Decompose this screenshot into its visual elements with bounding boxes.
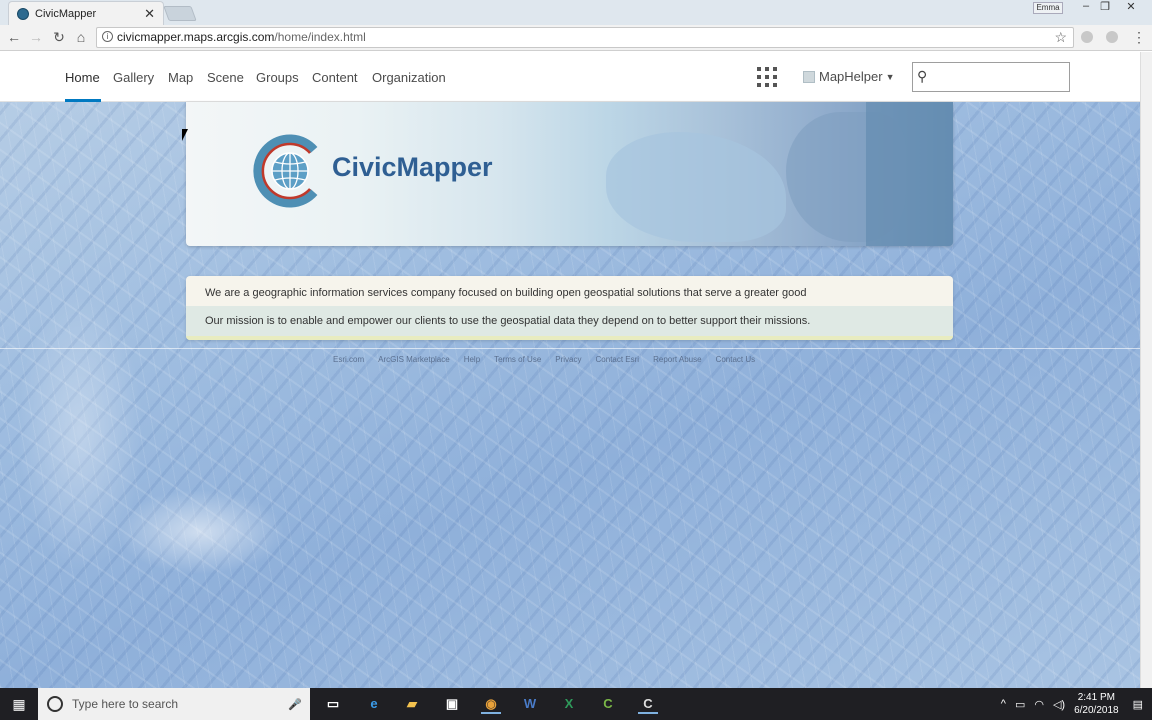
address-toolbar: ← → ↻ ⌂ i civicmapper.maps.arcgis.com/ho… (0, 25, 1152, 51)
org-description-card: We are a geographic information services… (186, 276, 953, 340)
cortana-icon (47, 696, 63, 712)
site-info-icon[interactable]: i (102, 31, 113, 42)
store-icon[interactable]: ▣ (442, 694, 462, 714)
app-launcher-icon[interactable] (757, 67, 777, 87)
bookmark-star-icon[interactable]: ☆ (1054, 28, 1067, 47)
globe-favicon-icon (17, 7, 29, 20)
microphone-icon[interactable]: 🎤 (288, 698, 302, 711)
file-explorer-icon[interactable]: ▰ (402, 694, 422, 714)
footer-link[interactable]: Contact Us (716, 355, 756, 364)
browser-tab[interactable]: CivicMapper ✕ (8, 1, 164, 25)
user-menu[interactable]: MapHelper ▼ (803, 69, 895, 84)
page-scrollbar[interactable] (1140, 52, 1152, 688)
mission-line: Our mission is to enable and empower our… (186, 306, 953, 340)
clock[interactable]: 2:41 PM 6/20/2018 (1074, 691, 1119, 717)
restore-icon[interactable]: ❐ (1096, 0, 1114, 14)
browser-menu-icon[interactable]: ⋮ (1130, 29, 1148, 46)
user-name: MapHelper (819, 69, 883, 84)
search-box[interactable]: ⚲ (912, 62, 1070, 92)
forward-arrow-icon[interactable]: → (27, 29, 45, 45)
excel-icon[interactable]: X (559, 694, 579, 714)
footer-links: Esri.com ArcGIS Marketplace Help Terms o… (333, 355, 755, 364)
footer-link[interactable]: ArcGIS Marketplace (378, 355, 450, 364)
clock-time: 2:41 PM (1077, 692, 1115, 703)
windows-taskbar: ▦ Type here to search 🎤 ▭ e ▰ ▣ ◉ W X C … (0, 688, 1152, 720)
caret-down-icon: ▼ (885, 71, 895, 82)
home-icon[interactable]: ⌂ (72, 29, 90, 45)
map-shape (606, 132, 786, 242)
wifi-icon[interactable]: ◠ (1034, 698, 1044, 711)
nav-home[interactable]: Home (65, 70, 100, 85)
footer-link[interactable]: Esri.com (333, 355, 364, 364)
url-host: civicmapper.maps.arcgis.com (117, 30, 275, 44)
system-tray: ^ ▭ ◠ ◁) 2:41 PM 6/20/2018 ▤ (1001, 688, 1152, 720)
org-banner: CivicMapper (186, 102, 953, 246)
nav-map[interactable]: Map (168, 70, 193, 85)
minimize-icon[interactable]: – (1077, 0, 1095, 14)
nav-scene[interactable]: Scene (207, 70, 244, 85)
volume-icon[interactable]: ◁) (1053, 698, 1065, 711)
edge-icon[interactable]: e (364, 694, 384, 714)
nav-content[interactable]: Content (312, 70, 358, 85)
footer-link[interactable]: Report Abuse (653, 355, 701, 364)
profile-chip[interactable]: Emma (1033, 2, 1063, 14)
footer-link[interactable]: Help (464, 355, 480, 364)
new-tab-button[interactable] (163, 6, 197, 21)
portal-top-nav: Home Gallery Map Scene Groups Content Or… (0, 52, 1140, 102)
page-content: Home Gallery Map Scene Groups Content Or… (0, 52, 1140, 688)
camtasia-icon[interactable]: C (598, 694, 618, 714)
civicmapper-logo-icon (253, 134, 318, 208)
back-arrow-icon[interactable]: ← (5, 29, 23, 45)
tray-chevron-icon[interactable]: ^ (1001, 698, 1006, 710)
taskbar-search[interactable]: Type here to search 🎤 (38, 688, 310, 720)
clock-date: 6/20/2018 (1074, 705, 1119, 716)
battery-icon[interactable]: ▭ (1015, 698, 1025, 711)
extension-icon[interactable] (1081, 31, 1093, 43)
tab-title: CivicMapper (35, 7, 97, 20)
brand-name: CivicMapper (332, 152, 493, 182)
nav-groups[interactable]: Groups (256, 70, 299, 85)
footer-link[interactable]: Terms of Use (494, 355, 541, 364)
active-tab-indicator (65, 99, 101, 102)
footer-link[interactable]: Privacy (555, 355, 581, 364)
avatar (803, 70, 815, 83)
url-path: /home/index.html (274, 30, 366, 44)
nav-gallery[interactable]: Gallery (113, 70, 154, 85)
chrome-icon[interactable]: ◉ (481, 694, 501, 714)
search-input[interactable] (935, 67, 1065, 87)
nav-organization[interactable]: Organization (372, 70, 446, 85)
task-view-icon[interactable]: ▭ (323, 694, 343, 714)
tab-close-icon[interactable]: ✕ (144, 6, 155, 22)
taskbar-search-placeholder: Type here to search (72, 697, 179, 711)
reload-icon[interactable]: ↻ (50, 29, 68, 46)
mouse-cursor-icon (182, 129, 188, 141)
search-icon: ⚲ (917, 68, 928, 84)
description-line: We are a geographic information services… (186, 276, 953, 306)
footer-divider (0, 348, 1140, 349)
camtasia-recorder-icon[interactable]: C (638, 694, 658, 714)
map-shape (866, 102, 953, 246)
word-icon[interactable]: W (520, 694, 540, 714)
windows-start-icon[interactable]: ▦ (0, 688, 38, 720)
skype-extension-icon[interactable] (1106, 31, 1118, 43)
browser-tabstrip: CivicMapper ✕ Emma – ❐ ✕ (0, 0, 1152, 25)
window-close-icon[interactable]: ✕ (1122, 0, 1140, 14)
footer-link[interactable]: Contact Esri (596, 355, 640, 364)
url-bar[interactable]: i civicmapper.maps.arcgis.com/home/index… (96, 27, 1074, 48)
notifications-icon[interactable]: ▤ (1133, 698, 1143, 711)
